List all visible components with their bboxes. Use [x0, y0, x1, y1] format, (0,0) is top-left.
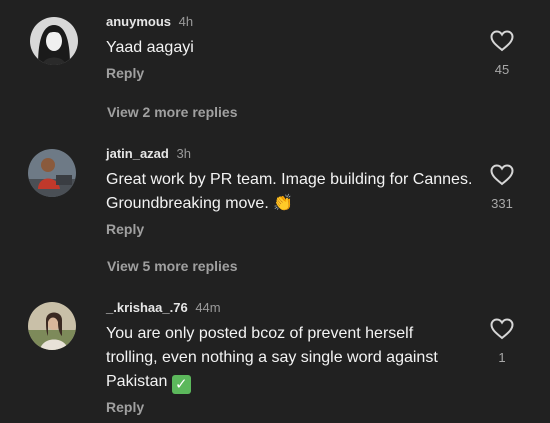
- profile-photo-icon: [30, 17, 78, 65]
- view-more-replies[interactable]: View 2 more replies: [107, 104, 237, 120]
- timestamp: 3h: [176, 146, 191, 161]
- like-button[interactable]: 1: [484, 318, 520, 366]
- heart-icon: [490, 164, 514, 186]
- timestamp: 44m: [195, 300, 221, 315]
- heart-icon: [490, 318, 514, 340]
- check-mark-emoji: ✓: [171, 375, 191, 394]
- avatar[interactable]: [30, 17, 78, 65]
- avatar[interactable]: [28, 149, 76, 197]
- profile-photo-icon: [28, 149, 76, 197]
- reply-button[interactable]: Reply: [106, 64, 144, 82]
- comment-text: Yaad aagayi: [106, 39, 194, 56]
- clapping-hands-emoji: 👏: [273, 195, 294, 212]
- comment-meta: _.krishaa_.76 44m: [106, 300, 476, 316]
- comment-text-content: You are only posted bcoz of prevent hers…: [106, 325, 438, 390]
- username[interactable]: anuymous: [106, 14, 171, 29]
- like-count: 1: [498, 350, 506, 365]
- like-button[interactable]: 45: [484, 30, 520, 78]
- reply-button[interactable]: Reply: [106, 220, 144, 238]
- avatar[interactable]: [28, 302, 76, 350]
- comment-text: Great work by PR team. Image building fo…: [106, 168, 476, 216]
- like-button[interactable]: 331: [484, 164, 520, 212]
- heart-icon: [490, 30, 514, 52]
- timestamp: 4h: [178, 14, 194, 29]
- profile-photo-icon: [28, 302, 76, 350]
- like-count: 45: [494, 62, 510, 77]
- view-more-replies[interactable]: View 5 more replies: [107, 258, 237, 274]
- comment-body: jatin_azad 3h Great work by PR team. Ima…: [106, 146, 476, 239]
- comment-body: _.krishaa_.76 44m You are only posted bc…: [106, 300, 476, 417]
- comment-body: anuymous 4h Yaad aagayi Reply: [106, 14, 476, 83]
- comment-text: You are only posted bcoz of prevent hers…: [106, 322, 446, 394]
- like-count: 331: [491, 196, 513, 211]
- reply-button[interactable]: Reply: [106, 398, 144, 416]
- username[interactable]: jatin_azad: [106, 146, 169, 161]
- username[interactable]: _.krishaa_.76: [106, 300, 188, 315]
- comment-meta: anuymous 4h: [106, 14, 476, 30]
- comment-meta: jatin_azad 3h: [106, 146, 476, 162]
